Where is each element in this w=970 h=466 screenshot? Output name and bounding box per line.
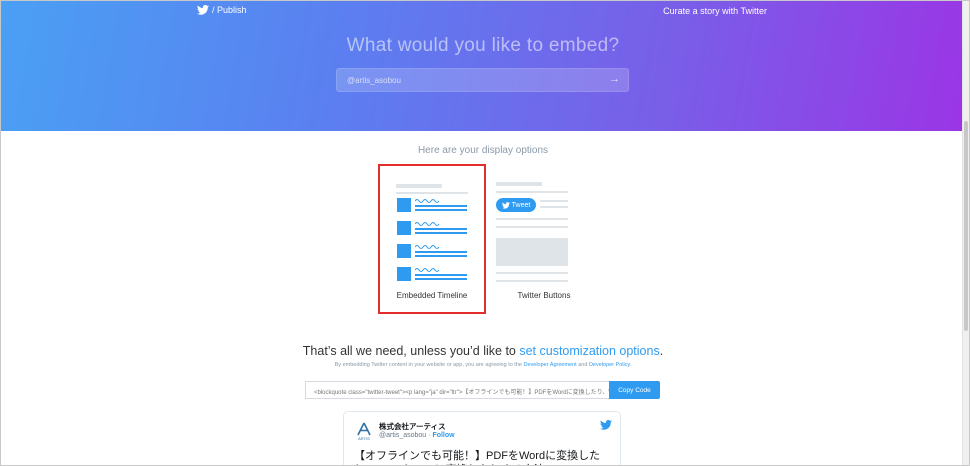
tweet-author-handle: @artis_asobou · Follow [379, 432, 455, 439]
terms-and: and [578, 362, 588, 368]
buttons-line [496, 218, 568, 220]
option-label-embedded-timeline: Embedded Timeline [396, 291, 468, 300]
page-title: What would you like to embed? [346, 35, 620, 56]
tweet-button-preview: Tweet [496, 198, 536, 212]
scrollbar-thumb[interactable] [964, 121, 968, 331]
customization-options-link[interactable]: set customization options [519, 344, 659, 358]
avatar[interactable]: ARTIS [354, 421, 374, 441]
buttons-line [540, 200, 568, 202]
artis-logo-icon: ARTIS [357, 422, 371, 441]
timeline-divider [396, 192, 468, 194]
twitter-bird-icon[interactable] [600, 420, 612, 430]
timeline-header-bar [396, 184, 442, 188]
option-label-twitter-buttons: Twitter Buttons [517, 291, 571, 300]
publish-home-link[interactable]: / Publish [197, 5, 247, 15]
tweet-preview-card: ARTIS 株式会社アーティス @artis_asobou · Follow 【… [343, 411, 621, 465]
terms-notice: By embedding Twitter content in your web… [1, 362, 965, 368]
terms-text: By embedding Twitter content in your web… [334, 362, 522, 368]
embed-url-value: @artis_asobou [347, 76, 401, 85]
terms-suffix: . [629, 362, 632, 368]
buttons-media-block [496, 238, 568, 266]
buttons-line [496, 272, 568, 274]
twitter-bird-icon [501, 201, 510, 209]
headline-suffix: . [659, 344, 664, 358]
option-embedded-timeline[interactable]: Embedded Timeline [378, 164, 486, 314]
arrow-right-icon[interactable]: → [609, 73, 620, 85]
display-options-heading: Here are your display options [417, 145, 549, 156]
tweet-pill-label: Tweet [511, 201, 531, 209]
twitter-bird-icon [197, 5, 209, 15]
follow-link[interactable]: Follow [432, 432, 454, 439]
handle-text[interactable]: @artis_asobou [379, 432, 426, 439]
tweet-text: 【オフラインでも可能！】PDFをWordに変換したり、WordをPDFに変換した… [354, 450, 601, 465]
option-twitter-buttons[interactable]: Tweet Twitter Buttons [490, 164, 598, 314]
buttons-line [496, 226, 568, 228]
tweet-author-name[interactable]: 株式会社アーティス [379, 421, 446, 432]
svg-text:ARTIS: ARTIS [358, 436, 370, 441]
headline-text: That’s all we need, unless you’d like to [302, 344, 516, 358]
embed-url-input[interactable]: @artis_asobou → [336, 68, 629, 92]
browser-page: / Publish Curate a story with Twitter Wh… [0, 0, 970, 466]
curate-story-link[interactable]: Curate a story with Twitter [663, 6, 767, 16]
copy-code-button[interactable]: Copy Code [609, 381, 660, 399]
buttons-line [540, 206, 568, 208]
developer-policy-link[interactable]: Developer Policy [589, 362, 630, 368]
embed-code-field[interactable]: <blockquote class="twitter-tweet"><p lan… [305, 381, 611, 399]
page-scrollbar[interactable] [962, 1, 969, 465]
developer-agreement-link[interactable]: Developer Agreement [524, 362, 577, 368]
customization-headline: That’s all we need, unless you’d like to… [1, 344, 965, 358]
buttons-line [496, 191, 568, 193]
hero-banner: / Publish Curate a story with Twitter Wh… [1, 1, 965, 131]
publish-label: / Publish [212, 5, 247, 15]
buttons-header-bar [496, 182, 542, 186]
buttons-line [496, 280, 568, 282]
